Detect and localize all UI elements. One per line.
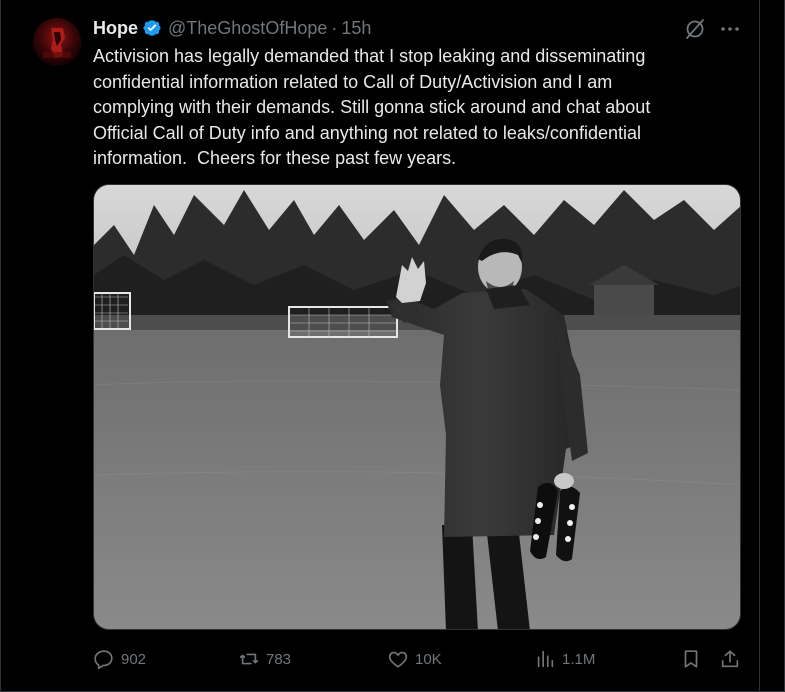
separator-dot: · (331, 17, 338, 38)
tweet-text-line: Official Call of Duty info and anything … (93, 122, 641, 143)
share-button[interactable] (719, 644, 741, 674)
like-icon (388, 651, 408, 668)
photo-soccer-field-man-waving (94, 185, 740, 629)
reply-button[interactable]: 902 (93, 644, 146, 674)
handle[interactable]: @TheGhostOfHope (168, 18, 327, 39)
action-bar: 902 783 10K 1.1M (1, 644, 785, 674)
tweet-text: Activision has legally demanded that I s… (93, 44, 743, 172)
more-icon[interactable] (718, 17, 742, 41)
reply-icon (94, 650, 113, 670)
tweet-header: Hope @TheGhostOfHope · 15h (93, 16, 371, 40)
repost-count: 783 (266, 650, 292, 668)
repost-button[interactable]: 783 (238, 644, 291, 674)
tweet-text-line: complying with their demands. Still gonn… (93, 97, 651, 118)
reply-count: 902 (121, 650, 147, 668)
tweet[interactable]: Hope @TheGhostOfHope · 15h Activision ha… (0, 0, 785, 692)
repost-icon (239, 653, 259, 665)
views-icon (537, 650, 554, 668)
avatar[interactable] (33, 18, 81, 66)
like-button[interactable]: 10K (387, 644, 442, 674)
like-count: 10K (415, 650, 442, 668)
display-name[interactable]: Hope (93, 18, 138, 39)
bookmark-button[interactable] (680, 644, 702, 674)
tweet-text-line: information. Cheers for these past few y… (93, 148, 457, 169)
tweet-text-line: confidential information related to Call… (93, 71, 613, 92)
bookmark-icon (684, 650, 698, 668)
tweet-text-line: Activision has legally demanded that I s… (93, 46, 646, 66)
views-count: 1.1M (562, 650, 596, 668)
avatar-image (33, 18, 81, 66)
grok-icon[interactable] (683, 17, 707, 41)
views-button[interactable]: 1.1M (534, 644, 595, 674)
verified-badge-icon (142, 18, 162, 38)
share-icon (721, 650, 739, 668)
timestamp[interactable]: 15h (341, 18, 371, 39)
tweet-photo[interactable] (93, 184, 741, 630)
